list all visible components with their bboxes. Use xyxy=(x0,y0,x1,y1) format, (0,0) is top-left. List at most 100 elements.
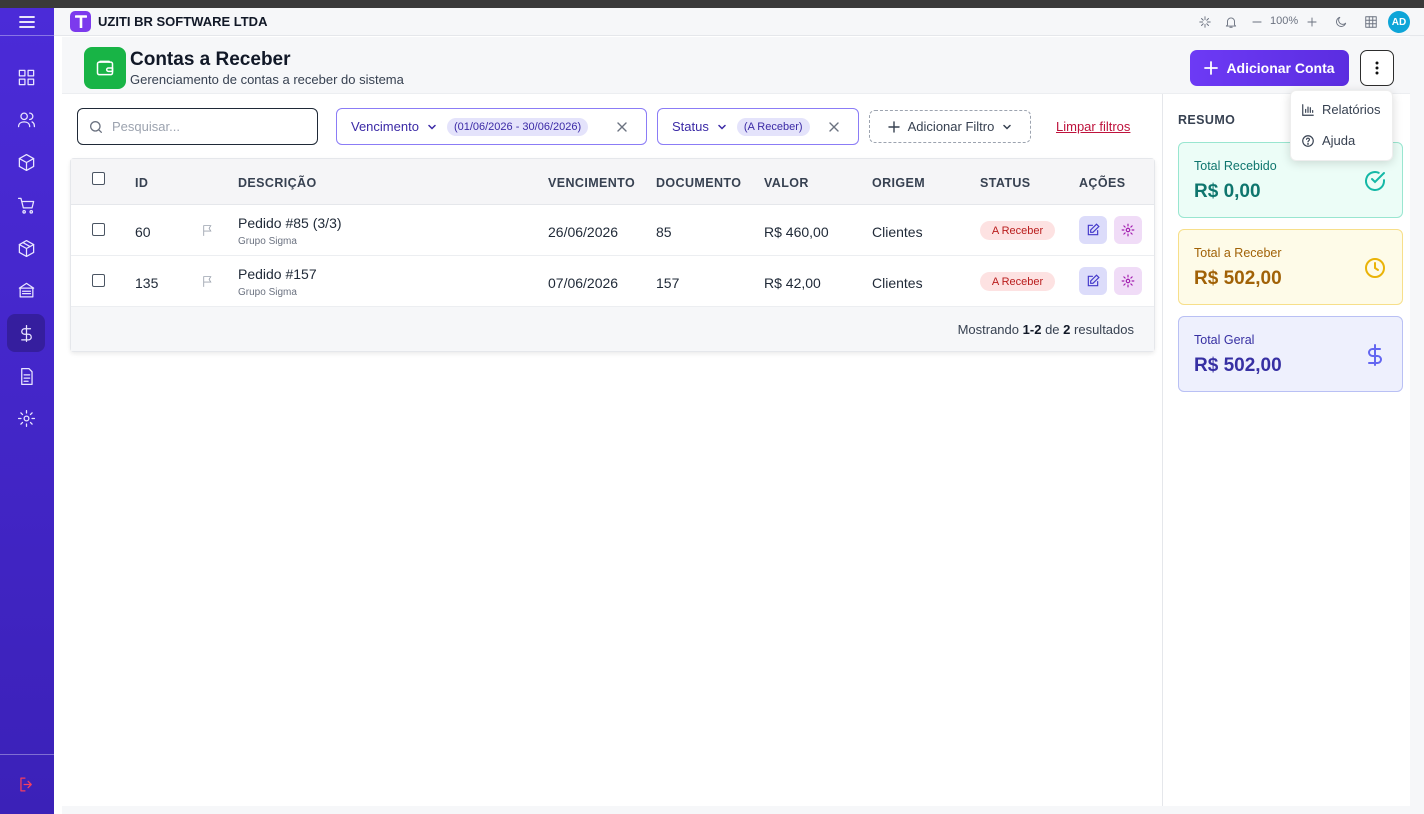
sparkle-icon xyxy=(1199,16,1211,28)
logo-t-icon xyxy=(74,15,87,28)
sidebar-divider xyxy=(0,754,54,755)
search-input[interactable] xyxy=(112,119,302,134)
sidebar-divider xyxy=(0,35,54,36)
sidebar-item-finance[interactable] xyxy=(7,314,45,352)
zoom-out-button[interactable] xyxy=(1248,13,1266,31)
filter-status[interactable]: Status (A Receber) xyxy=(657,108,859,145)
row-origem: Clientes xyxy=(872,224,923,240)
more-options-button[interactable] xyxy=(1360,50,1394,86)
dollar-icon xyxy=(1368,344,1382,366)
window-top-strip xyxy=(0,0,1424,8)
results-count: Mostrando 1-2 de 2 resultados xyxy=(957,322,1134,337)
menu-item-relatorios[interactable]: Relatórios xyxy=(1301,102,1381,117)
sidebar-item-users[interactable] xyxy=(7,100,45,138)
ai-sparkle-button[interactable] xyxy=(1196,13,1214,31)
page-bottom-edge xyxy=(62,806,1424,814)
clear-status-icon[interactable] xyxy=(828,121,840,133)
sidebar-item-sales[interactable] xyxy=(7,186,45,224)
card-value: R$ 502,00 xyxy=(1194,355,1282,376)
table-row[interactable]: 135 Pedido #157 Grupo Sigma 07/06/2026 1… xyxy=(71,256,1154,307)
col-vencimento[interactable]: VENCIMENTO xyxy=(548,176,635,190)
page-right-edge xyxy=(1410,36,1424,806)
users-icon xyxy=(17,112,35,127)
edit-button[interactable] xyxy=(1079,216,1107,244)
filter-vencimento[interactable]: Vencimento (01/06/2026 - 30/06/2026) xyxy=(336,108,647,145)
col-origem[interactable]: ORIGEM xyxy=(872,176,925,190)
notifications-button[interactable] xyxy=(1222,13,1240,31)
dollar-icon xyxy=(20,324,32,342)
card-label: Total Recebido xyxy=(1194,159,1277,173)
total-geral-card: Total Geral R$ 502,00 xyxy=(1178,316,1403,392)
sidebar-item-products[interactable] xyxy=(7,143,45,181)
status-badge: A Receber xyxy=(980,272,1055,291)
menu-item-label: Relatórios xyxy=(1322,102,1381,117)
card-label: Total Geral xyxy=(1194,333,1255,347)
add-account-button[interactable]: Adicionar Conta xyxy=(1190,50,1349,86)
sidebar-item-settings[interactable] xyxy=(7,399,45,437)
clear-vencimento-icon[interactable] xyxy=(616,121,628,133)
clock-icon xyxy=(1365,258,1385,278)
sidebar-item-bank[interactable] xyxy=(7,271,45,309)
menu-toggle-button[interactable] xyxy=(0,8,54,36)
col-acoes: AÇÕES xyxy=(1079,176,1126,190)
search-icon xyxy=(90,120,102,133)
col-descricao[interactable]: DESCRIÇÃO xyxy=(238,176,317,190)
chevron-down-icon xyxy=(1003,124,1012,130)
card-value: R$ 502,00 xyxy=(1194,268,1282,289)
sidebar-item-inventory[interactable] xyxy=(7,229,45,267)
search-box[interactable] xyxy=(77,108,318,145)
col-id[interactable]: ID xyxy=(135,176,148,190)
zoom-in-button[interactable] xyxy=(1303,13,1321,31)
hamburger-icon xyxy=(19,16,35,28)
row-checkbox[interactable] xyxy=(92,223,105,236)
row-settings-button[interactable] xyxy=(1114,267,1142,295)
row-settings-button[interactable] xyxy=(1114,216,1142,244)
flag-icon[interactable] xyxy=(201,275,214,288)
app-logo xyxy=(70,11,91,32)
card-label: Total a Receber xyxy=(1194,246,1282,260)
sidebar xyxy=(0,8,54,814)
box-icon xyxy=(18,153,34,171)
help-circle-icon xyxy=(1302,134,1314,147)
flag-icon[interactable] xyxy=(201,224,214,237)
col-valor[interactable]: VALOR xyxy=(764,176,809,190)
status-badge: A Receber xyxy=(980,221,1055,240)
sidebar-item-dashboard[interactable] xyxy=(7,58,45,96)
table-row[interactable]: 60 Pedido #85 (3/3) Grupo Sigma 26/06/20… xyxy=(71,205,1154,256)
row-vencimento: 07/06/2026 xyxy=(548,275,619,291)
cart-icon xyxy=(17,197,34,214)
apps-grid-button[interactable] xyxy=(1362,13,1380,31)
row-documento: 157 xyxy=(656,275,680,291)
summary-title: RESUMO xyxy=(1178,113,1236,127)
main-content: Vencimento (01/06/2026 - 30/06/2026) Sta… xyxy=(62,94,1162,806)
row-vencimento: 26/06/2026 xyxy=(548,224,619,240)
col-documento[interactable]: DOCUMENTO xyxy=(656,176,741,190)
edit-button[interactable] xyxy=(1079,267,1107,295)
company-name: UZITI BR SOFTWARE LTDA xyxy=(98,14,268,29)
total-a-receber-card: Total a Receber R$ 502,00 xyxy=(1178,229,1403,305)
row-valor: R$ 460,00 xyxy=(764,224,829,240)
zoom-level: 100% xyxy=(1270,15,1299,27)
logout-button[interactable] xyxy=(7,765,45,803)
plus-icon xyxy=(1204,61,1219,75)
theme-toggle-button[interactable] xyxy=(1332,13,1350,31)
kebab-icon xyxy=(1375,61,1379,75)
select-all-checkbox[interactable] xyxy=(92,172,105,185)
clear-filters-link[interactable]: Limpar filtros xyxy=(1056,119,1130,134)
more-options-menu: Relatórios Ajuda xyxy=(1290,90,1393,161)
menu-item-ajuda[interactable]: Ajuda xyxy=(1301,133,1355,148)
edit-icon xyxy=(1087,223,1100,236)
sidebar-item-documents[interactable] xyxy=(7,357,45,395)
add-filter-button[interactable]: Adicionar Filtro xyxy=(869,110,1031,143)
bank-icon xyxy=(18,282,34,297)
user-avatar[interactable]: AD xyxy=(1388,11,1410,33)
row-checkbox[interactable] xyxy=(92,274,105,287)
row-valor: R$ 42,00 xyxy=(764,275,821,291)
summary-panel: RESUMO Total Recebido R$ 0,00 Total a Re… xyxy=(1162,94,1410,806)
bar-chart-icon xyxy=(1302,103,1314,116)
row-documento: 85 xyxy=(656,224,672,240)
filter-status-value: (A Receber) xyxy=(736,117,810,136)
col-status[interactable]: STATUS xyxy=(980,176,1031,190)
table-footer: Mostrando 1-2 de 2 resultados xyxy=(71,307,1154,351)
gear-icon xyxy=(17,409,35,427)
